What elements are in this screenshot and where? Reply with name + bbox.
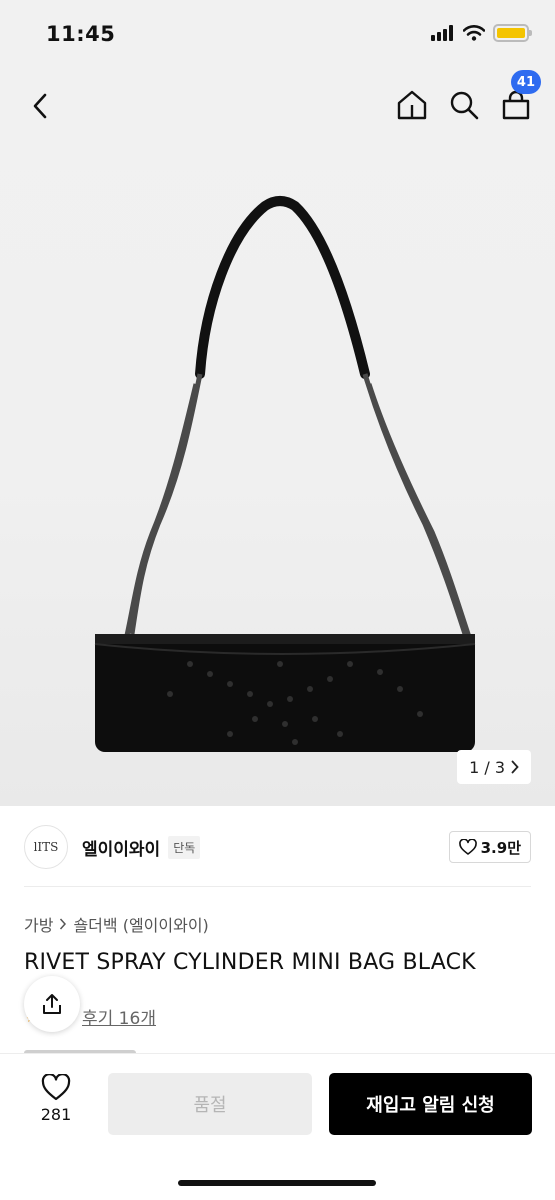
share-icon xyxy=(43,994,61,1014)
battery-icon xyxy=(493,24,532,42)
search-button[interactable] xyxy=(445,86,483,124)
chevron-left-icon xyxy=(33,93,47,119)
breadcrumb-category[interactable]: 가방 xyxy=(24,912,53,936)
review-link[interactable]: 후기 16개 xyxy=(82,1004,156,1029)
restock-alert-button[interactable]: 재입고 알림 신청 xyxy=(329,1073,532,1135)
cart-icon xyxy=(502,90,530,120)
wishlist-button[interactable]: 281 xyxy=(26,1074,86,1124)
image-counter-text: 1 / 3 xyxy=(469,757,505,777)
search-icon xyxy=(450,91,479,120)
product-gallery[interactable]: 41 1 / 3 xyxy=(0,66,555,806)
status-time: 11:45 xyxy=(46,22,116,46)
share-button[interactable] xyxy=(24,976,80,1032)
product-title: RIVET SPRAY CYLINDER MINI BAG BLACK xyxy=(24,950,476,975)
brand-like-button[interactable]: 3.9만 xyxy=(448,831,531,863)
back-button[interactable] xyxy=(22,88,58,124)
status-bar: 11:45 xyxy=(0,0,555,66)
home-indicator xyxy=(178,1180,376,1186)
brand-row: lITS 엘이이와이 단독 3.9만 xyxy=(24,824,531,870)
status-icons xyxy=(431,24,532,42)
home-icon xyxy=(397,90,427,120)
brand-like-count: 3.9만 xyxy=(480,838,521,857)
product-image-bag xyxy=(94,196,476,752)
image-counter-button[interactable]: 1 / 3 xyxy=(457,750,531,784)
chevron-right-icon xyxy=(60,918,67,930)
signal-icon xyxy=(431,25,453,41)
brand-logo[interactable]: lITS xyxy=(24,825,68,869)
wifi-icon xyxy=(463,25,485,41)
heart-icon xyxy=(41,1074,71,1101)
home-button[interactable] xyxy=(393,86,431,124)
breadcrumb: 가방 숄더백 (엘이이와이) xyxy=(24,912,209,936)
bottom-action-bar: 281 품절 재입고 알림 신청 xyxy=(0,1053,555,1200)
breadcrumb-subcategory[interactable]: 숄더백 (엘이이와이) xyxy=(73,912,208,936)
cart-count-badge: 41 xyxy=(510,70,541,94)
chevron-right-icon xyxy=(511,760,519,774)
nav-actions: 41 xyxy=(393,70,541,124)
wishlist-count: 281 xyxy=(40,1105,72,1124)
heart-icon xyxy=(458,839,477,855)
brand-name[interactable]: 엘이이와이 xyxy=(82,835,160,860)
divider xyxy=(24,886,531,887)
cart-button[interactable]: 41 xyxy=(497,70,541,124)
sold-out-button: 품절 xyxy=(108,1073,312,1135)
exclusive-badge: 단독 xyxy=(168,835,201,859)
